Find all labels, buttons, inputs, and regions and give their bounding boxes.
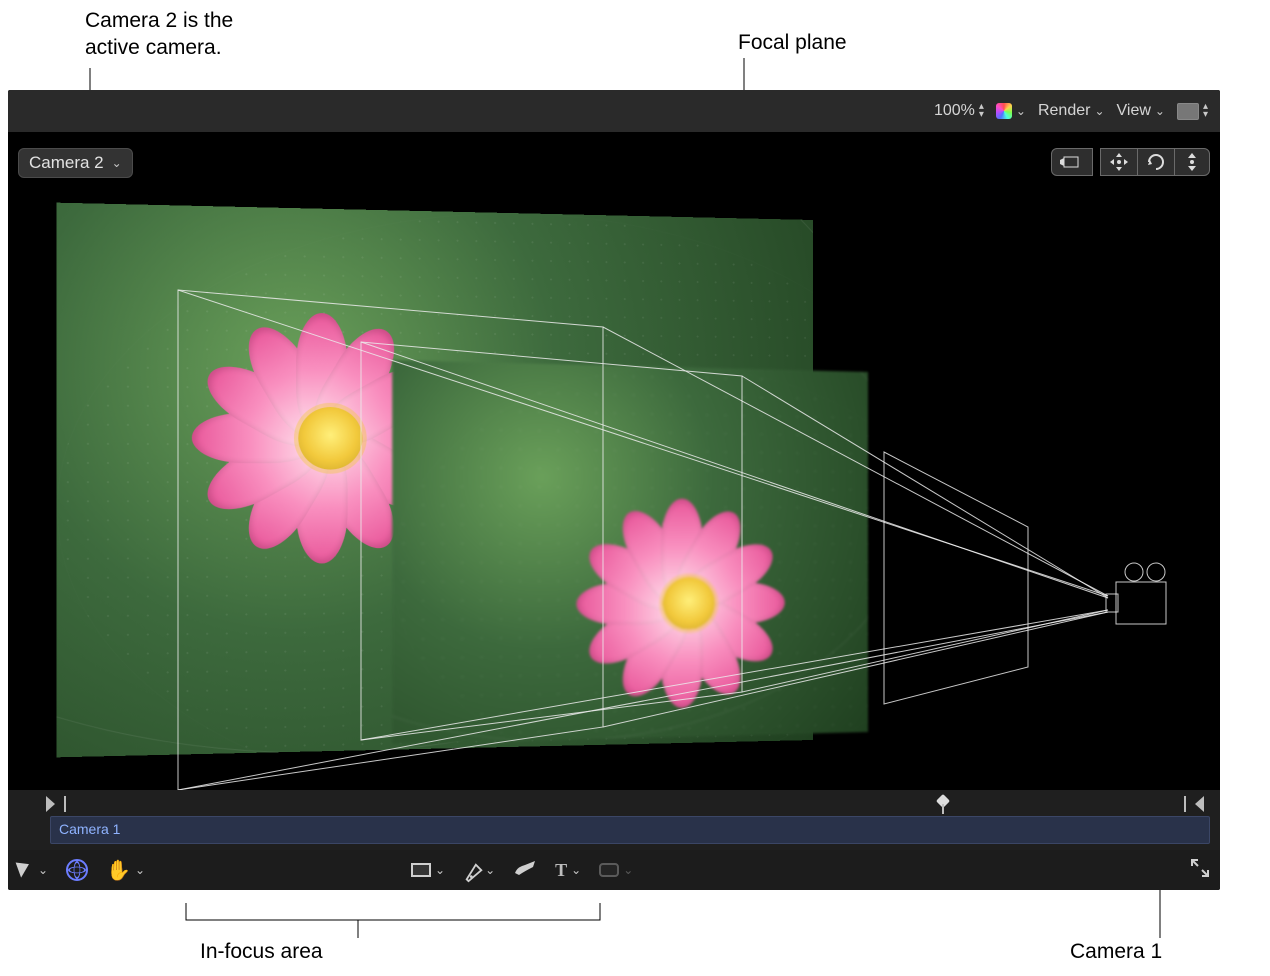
3d-rotate-icon xyxy=(66,859,88,881)
callout-active-camera: Camera 2 is the active camera. xyxy=(85,8,233,62)
callout-focal-plane: Focal plane xyxy=(738,30,847,57)
zoom-label: 100% xyxy=(934,102,975,120)
app-frame: 100% ▴▾ ⌄ Render ⌄ View ⌄ ▴▾ xyxy=(8,90,1220,890)
timeline-row-label: Camera 1 xyxy=(59,821,120,837)
image-layer-front xyxy=(392,360,868,744)
view-label: View xyxy=(1117,102,1151,120)
3d-transform-tool[interactable] xyxy=(66,859,88,881)
callout-in-focus-area: In-focus area xyxy=(200,939,323,966)
mask-tool[interactable]: ⌄ xyxy=(599,863,633,877)
updown-icon: ▴▾ xyxy=(979,103,984,119)
viewport-chip-icon xyxy=(1177,103,1199,120)
mini-timeline: Camera 1 xyxy=(8,790,1220,850)
top-toolbar: 100% ▴▾ ⌄ Render ⌄ View ⌄ ▴▾ xyxy=(8,90,1220,132)
render-menu[interactable]: Render ⌄ xyxy=(1038,102,1105,120)
pan-3d-button[interactable] xyxy=(1100,148,1138,176)
keyframe-marker-icon[interactable] xyxy=(938,796,948,814)
chevron-down-icon: ⌄ xyxy=(571,863,581,877)
updown-icon: ▴▾ xyxy=(1203,103,1208,119)
timeline-ruler[interactable] xyxy=(8,790,1220,814)
chevron-down-icon: ⌄ xyxy=(1016,104,1026,118)
chevron-down-icon: ⌄ xyxy=(623,863,633,877)
viewport-layout[interactable]: ▴▾ xyxy=(1177,103,1208,120)
expand-arrows-icon xyxy=(1190,858,1210,883)
color-picker[interactable]: ⌄ xyxy=(996,103,1026,119)
canvas-viewport[interactable] xyxy=(8,132,1220,790)
canvas-overlay-row: Camera 2 ⌄ xyxy=(8,140,1220,178)
view-menu[interactable]: View ⌄ xyxy=(1117,102,1165,120)
timeline-row-camera1[interactable]: Camera 1 xyxy=(50,816,1210,844)
active-camera-label: Camera 2 xyxy=(29,153,104,173)
orbit-3d-button[interactable] xyxy=(1137,148,1175,176)
dolly-3d-button[interactable] xyxy=(1174,148,1210,176)
brush-tool[interactable] xyxy=(513,859,537,882)
shape-tool[interactable]: ⌄ xyxy=(411,863,445,877)
out-point-marker-icon[interactable] xyxy=(1195,796,1204,812)
camera-frame-button[interactable] xyxy=(1051,148,1093,176)
active-camera-selector[interactable]: Camera 2 ⌄ xyxy=(18,148,133,178)
chevron-down-icon: ⌄ xyxy=(135,863,145,877)
chevron-down-icon: ⌄ xyxy=(435,863,445,877)
text-T-icon: T xyxy=(555,860,567,881)
in-point-marker-icon[interactable] xyxy=(46,796,55,812)
zoom-level[interactable]: 100% ▴▾ xyxy=(934,102,984,120)
rounded-rect-icon xyxy=(599,863,619,877)
select-tool[interactable]: ⌄ xyxy=(18,860,48,880)
rectangle-icon xyxy=(411,863,431,877)
text-tool[interactable]: T ⌄ xyxy=(555,860,581,881)
chevron-down-icon: ⌄ xyxy=(1094,104,1104,118)
nav3d-controls xyxy=(1051,148,1210,176)
chevron-down-icon: ⌄ xyxy=(1155,104,1165,118)
brush-icon xyxy=(513,859,537,882)
pan-tool[interactable]: ✋ ⌄ xyxy=(106,858,145,883)
hand-icon: ✋ xyxy=(106,858,131,883)
pen-tool[interactable]: ⌄ xyxy=(463,861,495,879)
callout-camera1: Camera 1 xyxy=(1070,939,1162,966)
chevron-down-icon: ⌄ xyxy=(485,863,495,877)
render-label: Render xyxy=(1038,102,1090,120)
chevron-down-icon: ⌄ xyxy=(38,863,48,877)
bottom-toolbar: ⌄ ✋ ⌄ ⌄ ⌄ T ⌄ ⌄ xyxy=(8,850,1220,890)
chevron-down-icon: ⌄ xyxy=(112,156,122,170)
arrow-cursor-icon xyxy=(18,860,34,880)
callout-bracket-infocus xyxy=(186,903,600,920)
fullscreen-button[interactable] xyxy=(1190,858,1210,883)
color-swatch-icon xyxy=(996,103,1012,119)
flower-2 xyxy=(575,489,800,719)
pen-nib-icon xyxy=(463,861,481,879)
